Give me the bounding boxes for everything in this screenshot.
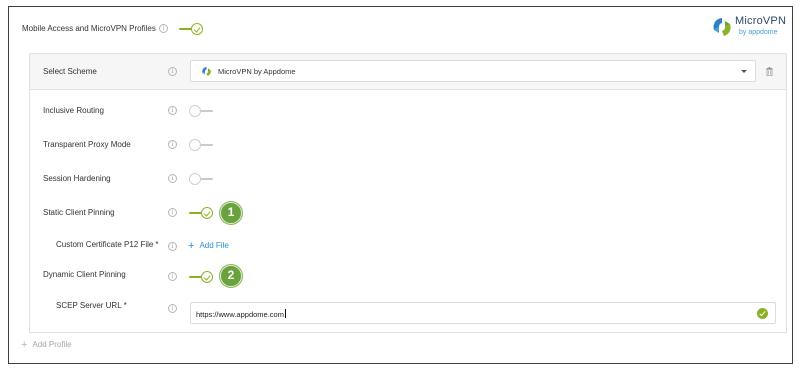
plus-icon: +	[21, 339, 28, 351]
session-hardening-toggle[interactable]	[189, 173, 213, 185]
static-pinning-toggle[interactable]	[189, 207, 213, 219]
info-icon[interactable]: i	[168, 67, 177, 76]
session-hardening-label: Session Hardening	[43, 174, 111, 183]
mobile-access-label: Mobile Access and MicroVPN Profiles	[22, 24, 156, 33]
inclusive-routing-toggle[interactable]	[189, 105, 213, 117]
scheme-selected-value: MicroVPN by Appdome	[218, 67, 296, 76]
toggle-knob	[189, 173, 201, 185]
toggle-knob	[191, 23, 203, 35]
profile-panel: Select Scheme i MicroVPN by Appdome Incl…	[29, 53, 787, 333]
callout-badge-1: 1	[220, 202, 242, 224]
logo-subtitle: by appdome	[739, 29, 778, 36]
inclusive-routing-label: Inclusive Routing	[43, 106, 104, 115]
toggle-knob	[201, 271, 213, 283]
info-icon[interactable]: i	[168, 174, 177, 183]
trash-icon[interactable]	[766, 67, 773, 76]
check-circle-icon	[757, 308, 768, 319]
scheme-select[interactable]: MicroVPN by Appdome	[190, 60, 756, 82]
appdome-logo-icon	[202, 67, 211, 76]
transparent-proxy-label: Transparent Proxy Mode	[43, 140, 131, 149]
mobile-access-toggle[interactable]	[179, 23, 203, 35]
select-scheme-label: Select Scheme	[43, 67, 97, 76]
info-icon[interactable]: i	[168, 272, 177, 281]
info-icon[interactable]: i	[159, 24, 168, 33]
required-mark: *	[123, 301, 127, 310]
required-mark: *	[155, 240, 159, 249]
scep-url-label-text: SCEP Server URL	[56, 301, 122, 310]
info-icon[interactable]: i	[168, 304, 177, 313]
scep-url-input[interactable]: https://www.appdome.com	[190, 302, 776, 324]
toggle-knob	[189, 105, 201, 117]
custom-cert-label: Custom Certificate P12 File *	[56, 240, 159, 249]
scep-url-value: https://www.appdome.com	[196, 309, 286, 319]
callout-badge-2: 2	[220, 265, 242, 287]
info-icon[interactable]: i	[168, 140, 177, 149]
dynamic-pinning-label: Dynamic Client Pinning	[43, 270, 126, 279]
text-cursor	[284, 309, 286, 318]
scep-url-label: SCEP Server URL *	[56, 301, 127, 310]
toggle-knob	[201, 207, 213, 219]
info-icon[interactable]: i	[168, 242, 177, 251]
scheme-header: Select Scheme i MicroVPN by Appdome	[30, 54, 786, 90]
dynamic-pinning-toggle[interactable]	[189, 271, 213, 283]
add-file-link[interactable]: + Add File	[188, 240, 229, 252]
plus-icon: +	[188, 240, 195, 252]
add-file-label: Add File	[199, 241, 229, 250]
mobile-access-settings-frame: Mobile Access and MicroVPN Profiles i Mi…	[8, 6, 793, 364]
add-profile-link[interactable]: + Add Profile	[21, 339, 72, 351]
custom-cert-label-text: Custom Certificate P12 File	[56, 240, 154, 249]
scep-url-text: https://www.appdome.com	[196, 310, 284, 319]
logo-title: MicroVPN	[735, 15, 787, 27]
microvpn-logo: MicroVPN by appdome	[709, 13, 787, 41]
chevron-down-icon	[741, 70, 747, 73]
info-icon[interactable]: i	[168, 106, 177, 115]
transparent-proxy-toggle[interactable]	[189, 139, 213, 151]
info-icon[interactable]: i	[168, 208, 177, 217]
appdome-logo-icon	[713, 18, 731, 36]
toggle-knob	[189, 139, 201, 151]
static-pinning-label: Static Client Pinning	[43, 208, 115, 217]
add-profile-label: Add Profile	[32, 340, 72, 349]
